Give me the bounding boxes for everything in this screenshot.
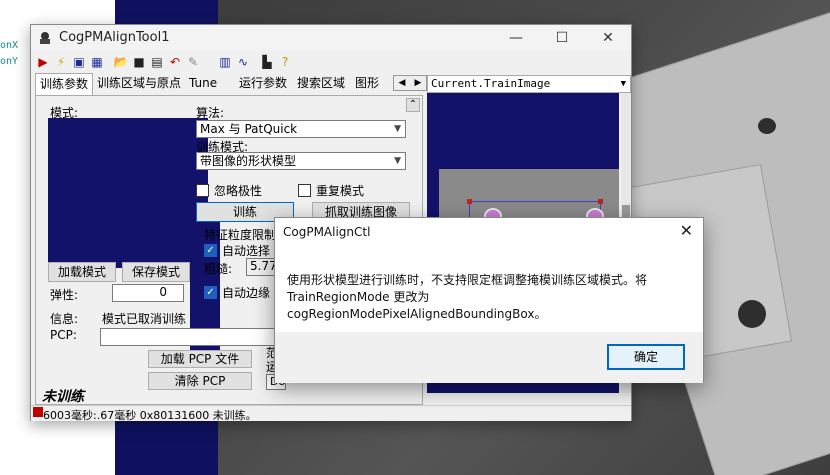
dialog-title: CogPMAlignCtl	[283, 225, 371, 239]
metal-part-hole	[738, 300, 766, 328]
open-folder-icon[interactable]: 📂	[113, 54, 129, 70]
tab-graphics[interactable]: 图形	[351, 73, 383, 95]
background-code-line: onY	[0, 56, 19, 67]
message-dialog: CogPMAlignCtl ✕ 使用形状模型进行训练时，不支持限定框调整掩模训练…	[274, 217, 704, 383]
save-icon[interactable]: ■	[131, 54, 147, 70]
cognex-app-icon	[40, 32, 50, 44]
pattern-image-display	[48, 118, 208, 268]
ignore-polarity-label: 忽略极性	[214, 184, 263, 198]
status-bar: 6003毫秒:.67毫秒 0x80131600 未训练。	[31, 405, 631, 422]
algorithm-select[interactable]: Max 与 PatQuick ▼	[196, 120, 406, 138]
save-pattern-button[interactable]: 保存模式	[122, 262, 190, 282]
tab-scroll-buttons: ◀ ▶	[393, 75, 427, 91]
status-text: 6003毫秒:.67毫秒 0x80131600 未训练。	[43, 409, 257, 422]
run-icon[interactable]: ▶	[35, 54, 51, 70]
reset-icon[interactable]: ↶	[167, 54, 183, 70]
info-value: 模式已取消训练	[102, 312, 187, 326]
image-icon[interactable]: ▣	[71, 54, 87, 70]
load-pcp-file-button[interactable]: 加载 PCP 文件	[148, 350, 252, 368]
pcp-label: PCP:	[50, 328, 77, 342]
untrained-status: 未训练	[42, 389, 84, 405]
dialog-message: 使用形状模型进行训练时，不支持限定框调整掩模训练区域模式。将 TrainRegi…	[287, 273, 648, 321]
chevron-down-icon: ▼	[620, 79, 626, 89]
feature-granularity-label: 特征粒度限制	[204, 228, 277, 242]
dialog-footer: 确定	[275, 332, 703, 383]
info-label: 信息:	[50, 312, 79, 326]
algorithm-label: 算法:	[196, 106, 225, 120]
tab-search-region[interactable]: 搜索区域	[293, 73, 349, 95]
graph-icon[interactable]: ▥	[217, 54, 233, 70]
image-source-select[interactable]: Current.TrainImage ▼	[427, 75, 631, 93]
train-region-handle[interactable]	[598, 199, 603, 204]
auto-select-label: 自动选择	[222, 244, 271, 258]
chevron-down-icon: ▼	[394, 124, 401, 134]
tab-run-params[interactable]: 运行参数	[235, 73, 291, 95]
ignore-polarity-checkbox[interactable]	[196, 184, 209, 197]
curve-icon[interactable]: ∿	[235, 54, 251, 70]
ok-button[interactable]: 确定	[607, 344, 685, 370]
tab-scroll-right-icon[interactable]: ▶	[410, 76, 426, 90]
load-pattern-button[interactable]: 加载模式	[48, 262, 116, 282]
tab-train-params[interactable]: 训练参数	[35, 73, 94, 95]
duplicate-pattern-checkbox[interactable]	[298, 184, 311, 197]
window-title: CogPMAlignTool1	[59, 30, 170, 45]
coarse-label: 粗糙:	[204, 262, 233, 276]
elasticity-label: 弹性:	[50, 288, 79, 302]
brush-icon[interactable]: ✎	[185, 54, 201, 70]
auto-select-checkbox[interactable]: ✓	[204, 244, 217, 257]
train-mode-select[interactable]: 带图像的形状模型 ▼	[196, 152, 406, 170]
histogram-icon[interactable]: ▙	[259, 54, 275, 70]
auto-edge-checkbox[interactable]: ✓	[204, 286, 217, 299]
metal-part-hole	[758, 118, 776, 134]
algorithm-value: Max 与 PatQuick	[200, 122, 298, 136]
background-code-line: onX	[0, 40, 19, 51]
tab-scroll-left-icon[interactable]: ◀	[394, 76, 410, 90]
auto-edge-label: 自动边缘	[222, 286, 271, 300]
image-source-value: Current.TrainImage	[431, 77, 551, 90]
train-region-handle[interactable]	[467, 199, 472, 204]
chevron-down-icon: ▼	[394, 156, 401, 166]
tab-train-region-origin[interactable]: 训练区域与原点	[93, 73, 185, 95]
minimize-button[interactable]: —	[493, 25, 539, 51]
collapse-button[interactable]: ⌃	[406, 98, 420, 112]
elasticity-input[interactable]: 0	[112, 284, 184, 302]
tab-tune[interactable]: Tune	[185, 73, 221, 95]
duplicate-pattern-label: 重复模式	[316, 184, 365, 198]
train-mode-value: 带图像的形状模型	[200, 154, 297, 168]
pcp-field[interactable]	[100, 328, 280, 346]
dialog-close-button[interactable]: ✕	[680, 221, 693, 240]
toolbar: ▶ ⚡ ▣ ▦ 📂 ■ ▤ ↶ ✎ ▥ ∿ ▙ ?	[31, 51, 631, 73]
grid-icon[interactable]: ▦	[89, 54, 105, 70]
close-button[interactable]: ✕	[585, 25, 631, 51]
help-icon[interactable]: ?	[277, 54, 293, 70]
maximize-button[interactable]: ☐	[539, 25, 585, 51]
electric-icon[interactable]: ⚡	[53, 54, 69, 70]
error-icon	[33, 407, 43, 417]
clear-pcp-button[interactable]: 清除 PCP	[148, 372, 252, 390]
title-bar[interactable]: CogPMAlignTool1 — ☐ ✕	[31, 25, 631, 51]
disk-icon[interactable]: ▤	[149, 54, 165, 70]
